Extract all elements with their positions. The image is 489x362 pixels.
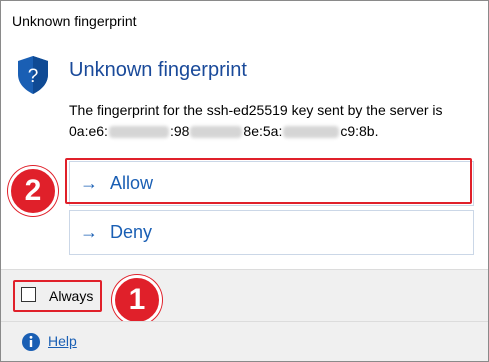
dialog-header: ? Unknown fingerprint	[16, 55, 476, 95]
arrow-right-icon: →	[80, 173, 98, 193]
step-badge-2: 2	[8, 166, 58, 216]
arrow-right-icon: →	[80, 222, 98, 242]
fingerprint-part: 8e:5a:	[243, 123, 283, 139]
always-label[interactable]: Always	[49, 288, 93, 304]
redacted-block	[283, 126, 340, 139]
dialog-heading: Unknown fingerprint	[69, 59, 247, 81]
help-link[interactable]: Help	[48, 333, 77, 349]
fingerprint-message: The fingerprint for the ssh-ed25519 key …	[69, 100, 479, 142]
svg-text:?: ?	[28, 66, 39, 87]
always-checkbox[interactable]	[21, 287, 36, 302]
redacted-block	[108, 126, 169, 139]
fingerprint-part: :98	[169, 123, 190, 139]
fingerprint-part: 0a:e6:	[69, 123, 108, 139]
fingerprint-value: 0a:e6: :98 8e:5a: c9:8b.	[69, 121, 479, 142]
redacted-block	[190, 126, 243, 139]
allow-label: Allow	[110, 173, 154, 193]
deny-label: Deny	[110, 222, 153, 242]
window-title: Unknown fingerprint	[12, 13, 137, 29]
help-row: Help	[1, 322, 488, 361]
message-text: The fingerprint for the ssh-ed25519 key …	[69, 102, 443, 118]
shield-question-icon: ?	[18, 56, 48, 94]
dialog-footer: Always 1	[1, 269, 488, 325]
info-icon	[22, 333, 40, 351]
deny-button[interactable]: → Deny	[69, 210, 474, 255]
allow-button[interactable]: → Allow	[69, 161, 474, 206]
dialog-window: Unknown fingerprint ? Unknown fingerprin…	[0, 0, 489, 362]
fingerprint-part: c9:8b.	[340, 123, 379, 139]
step-badge-1: 1	[112, 275, 162, 325]
